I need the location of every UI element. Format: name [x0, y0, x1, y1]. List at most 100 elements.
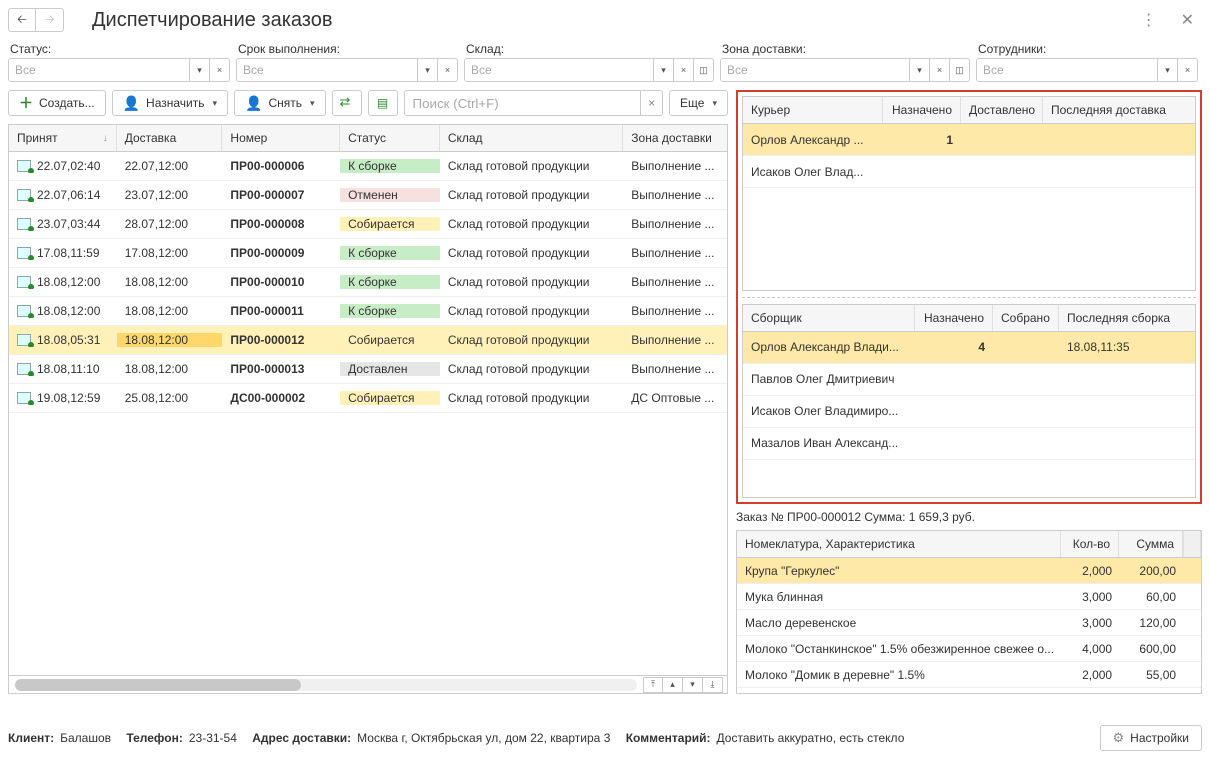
- cell-warehouse: Склад готовой продукции: [440, 275, 623, 289]
- clear-icon[interactable]: ×: [641, 90, 663, 116]
- cell-assigned: 4: [915, 340, 993, 354]
- footer-client-value: Балашов: [60, 731, 111, 745]
- nav-last-icon[interactable]: ⤓: [703, 677, 723, 693]
- col-picker[interactable]: Сборщик: [743, 305, 915, 331]
- cell-number: ПР00-000010: [222, 275, 340, 289]
- cell-status: К сборке: [340, 275, 440, 289]
- table-row[interactable]: Мука блинная3,00060,00: [737, 584, 1201, 610]
- cell-number: ПР00-000013: [222, 362, 340, 376]
- table-row[interactable]: Молоко "Останкинское" 1.5% обезжиренное …: [737, 636, 1201, 662]
- filter-whs-combo[interactable]: Все: [464, 58, 654, 82]
- filter-status-combo[interactable]: Все: [8, 58, 190, 82]
- col-number[interactable]: Номер: [222, 125, 340, 151]
- clear-icon[interactable]: ×: [674, 58, 694, 82]
- expand-icon[interactable]: ◫: [950, 58, 970, 82]
- col-accepted[interactable]: Принят↓: [9, 125, 117, 151]
- col-qty[interactable]: Кол-во: [1061, 531, 1119, 557]
- clear-icon[interactable]: ×: [438, 58, 458, 82]
- close-icon[interactable]: ✕: [1173, 6, 1202, 34]
- footer-addr-label: Адрес доставки:: [252, 731, 351, 745]
- assign-button[interactable]: 👤 Назначить ▾: [112, 90, 228, 116]
- table-row[interactable]: 22.07,02:4022.07,12:00ПР00-000006К сборк…: [9, 152, 727, 181]
- clear-icon[interactable]: ×: [1178, 58, 1198, 82]
- col-courier[interactable]: Курьер: [743, 97, 883, 123]
- col-assigned[interactable]: Назначено: [883, 97, 961, 123]
- cell-sum: 55,00: [1120, 668, 1184, 682]
- items-grid[interactable]: Номеклатура, Характеристика Кол-во Сумма…: [736, 530, 1202, 694]
- table-row[interactable]: 17.08,11:5917.08,12:00ПР00-000009К сборк…: [9, 239, 727, 268]
- table-row[interactable]: 18.08,11:1018.08,12:00ПР00-000013Доставл…: [9, 355, 727, 384]
- table-row[interactable]: 23.07,03:4428.07,12:00ПР00-000008Собирае…: [9, 210, 727, 239]
- swap-button[interactable]: [332, 90, 362, 116]
- filter-staff-combo[interactable]: Все: [976, 58, 1158, 82]
- remove-button-label: Снять: [268, 96, 302, 110]
- person-icon: 👤: [245, 95, 262, 112]
- table-row[interactable]: Орлов Александр Влади...418.08,11:35: [743, 332, 1195, 364]
- settings-button[interactable]: ⚙ Настройки: [1100, 725, 1203, 751]
- chevron-down-icon[interactable]: ▾: [190, 58, 210, 82]
- table-row[interactable]: Молоко "Домик в деревне" 1.5%2,00055,00: [737, 662, 1201, 688]
- cell-number: ПР00-000007: [222, 188, 340, 202]
- cell-delivery: 18.08,12:00: [117, 333, 223, 347]
- nav-down-icon[interactable]: ▾: [683, 677, 703, 693]
- orders-grid[interactable]: Принят↓ Доставка Номер Статус Склад Зона…: [8, 124, 728, 694]
- col-delivered[interactable]: Доставлено: [961, 97, 1043, 123]
- document-icon: [17, 247, 31, 259]
- chevron-down-icon: ▾: [310, 98, 315, 109]
- chevron-down-icon[interactable]: ▾: [418, 58, 438, 82]
- table-row[interactable]: Мазалов Иван Александ...: [743, 428, 1195, 460]
- table-row[interactable]: Орлов Александр ...1: [743, 124, 1195, 156]
- table-row[interactable]: Исаков Олег Владимиро...: [743, 396, 1195, 428]
- search-input[interactable]: [404, 90, 642, 116]
- pickers-grid[interactable]: Сборщик Назначено Собрано Последняя сбор…: [742, 304, 1196, 499]
- couriers-grid[interactable]: Курьер Назначено Доставлено Последняя до…: [742, 96, 1196, 291]
- table-row[interactable]: Павлов Олег Дмитриевич: [743, 364, 1195, 396]
- cell-sum: 600,00: [1120, 642, 1184, 656]
- clear-icon[interactable]: ×: [930, 58, 950, 82]
- h-scrollbar[interactable]: [15, 679, 637, 691]
- nav-first-icon[interactable]: ⤒: [643, 677, 663, 693]
- order-summary: Заказ № ПР00-000012 Сумма: 1 659,3 руб.: [736, 504, 1202, 530]
- filter-zone-combo[interactable]: Все: [720, 58, 910, 82]
- nav-back-button[interactable]: 🡠: [8, 8, 36, 32]
- table-row[interactable]: 18.08,12:0018.08,12:00ПР00-000011К сборк…: [9, 297, 727, 326]
- table-row[interactable]: Крупа "Геркулес"2,000200,00: [737, 558, 1201, 584]
- more-button[interactable]: Еще ▾: [669, 90, 728, 116]
- cell-zone: Выполнение ...: [623, 217, 727, 231]
- cell-accepted: 22.07,02:40: [9, 159, 117, 173]
- expand-icon[interactable]: ◫: [694, 58, 714, 82]
- table-row[interactable]: 22.07,06:1423.07,12:00ПР00-000007Отменен…: [9, 181, 727, 210]
- kebab-menu-icon[interactable]: ⋮: [1133, 6, 1165, 34]
- col-zone[interactable]: Зона доставки: [623, 125, 727, 151]
- table-button[interactable]: ▤: [368, 90, 398, 116]
- cell-sum: 200,00: [1120, 564, 1184, 578]
- table-row[interactable]: Масло деревенское3,000120,00: [737, 610, 1201, 636]
- remove-button[interactable]: 👤 Снять ▾: [234, 90, 326, 116]
- table-row[interactable]: 19.08,12:5925.08,12:00ДС00-000002Собирае…: [9, 384, 727, 413]
- create-button[interactable]: ＋ Создать...: [8, 90, 106, 116]
- cell-delivery: 18.08,12:00: [117, 362, 223, 376]
- col-picked[interactable]: Собрано: [993, 305, 1059, 331]
- chevron-down-icon[interactable]: ▾: [1158, 58, 1178, 82]
- cell-zone: Выполнение ...: [623, 304, 727, 318]
- document-icon: [17, 363, 31, 375]
- col-last-pick[interactable]: Последняя сборка: [1059, 305, 1195, 331]
- chevron-down-icon[interactable]: ▾: [910, 58, 930, 82]
- nav-up-icon[interactable]: ▴: [663, 677, 683, 693]
- col-sum[interactable]: Сумма: [1119, 531, 1183, 557]
- col-status[interactable]: Статус: [340, 125, 440, 151]
- table-row[interactable]: Исаков Олег Влад...: [743, 156, 1195, 188]
- col-last-delivery[interactable]: Последняя доставка: [1043, 97, 1195, 123]
- filter-due-combo[interactable]: Все: [236, 58, 418, 82]
- cell-status: Собирается: [340, 217, 440, 231]
- col-assigned[interactable]: Назначено: [915, 305, 993, 331]
- nav-forward-button[interactable]: 🡢: [36, 8, 64, 32]
- table-row[interactable]: 18.08,12:0018.08,12:00ПР00-000010К сборк…: [9, 268, 727, 297]
- clear-icon[interactable]: ×: [210, 58, 230, 82]
- table-row[interactable]: 18.08,05:3118.08,12:00ПР00-000012Собирае…: [9, 326, 727, 355]
- col-item-name[interactable]: Номеклатура, Характеристика: [737, 531, 1061, 557]
- col-warehouse[interactable]: Склад: [440, 125, 623, 151]
- footer-client-label: Клиент:: [8, 731, 54, 745]
- col-delivery[interactable]: Доставка: [117, 125, 223, 151]
- chevron-down-icon[interactable]: ▾: [654, 58, 674, 82]
